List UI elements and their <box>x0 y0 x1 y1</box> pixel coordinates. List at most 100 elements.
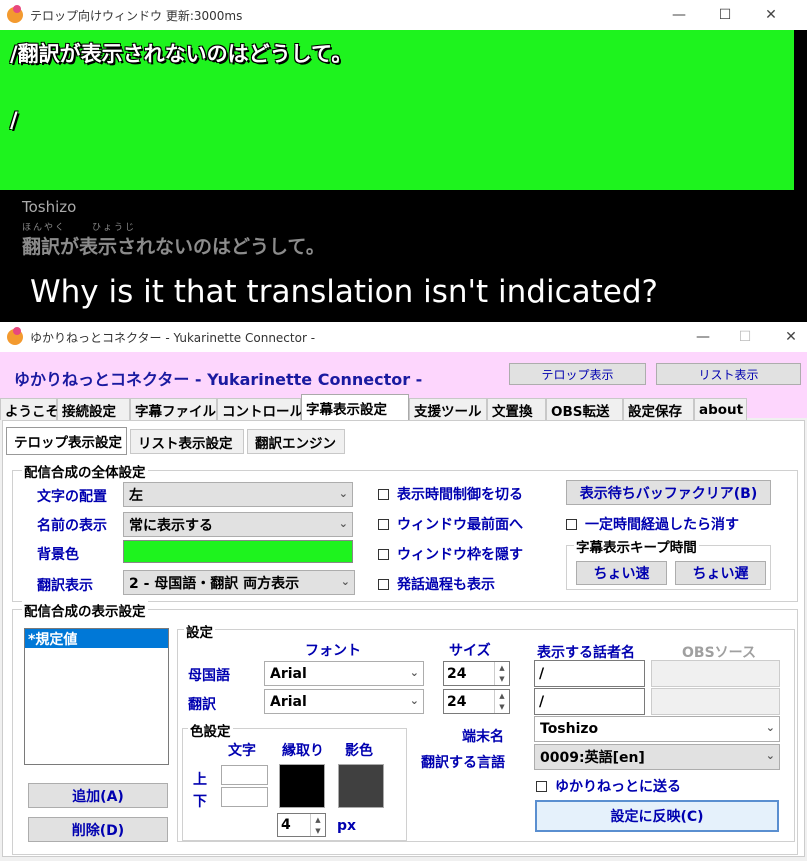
slower-button[interactable]: ちょい遅 <box>675 561 766 585</box>
delete-button[interactable]: 削除(D) <box>28 817 168 842</box>
minimize-icon[interactable]: — <box>656 0 702 30</box>
overall-group-title: 配信合成の全体設定 <box>22 461 148 481</box>
brand-title: ゆかりねっとコネクター - Yukarinette Connector - <box>14 370 423 389</box>
updown-icon[interactable]: ▲ ▼ <box>310 814 325 836</box>
subtab-list[interactable]: リスト表示設定 <box>130 429 244 454</box>
size-header: サイズ <box>449 643 491 659</box>
native-size-stepper[interactable]: 24 ▲ ▼ <box>443 661 510 686</box>
col-edge-header: 縁取り <box>282 743 324 759</box>
check-label: 一定時間経過したら消す <box>585 517 739 533</box>
tab-obs[interactable]: OBS転送 <box>546 398 623 420</box>
tab-welcome[interactable]: ようこそ <box>0 398 59 420</box>
terminal-select[interactable]: Toshizo ⌄ <box>534 716 780 742</box>
native-font-select[interactable]: Arial ⌄ <box>264 661 424 686</box>
faster-button[interactable]: ちょい速 <box>576 561 667 585</box>
native-size-value: 24 <box>447 665 467 682</box>
tab-replace[interactable]: 文置換 <box>487 398 546 420</box>
chevron-down-icon: ⌄ <box>340 575 350 588</box>
chevron-down-icon: ⌄ <box>765 749 775 762</box>
align-label: 文字の配置 <box>37 489 107 505</box>
chevron-down-icon: ⌄ <box>409 694 419 707</box>
name-display-select[interactable]: 常に表示する ⌄ <box>123 512 353 537</box>
check-label: 表示時間制御を切る <box>397 487 523 503</box>
tab-subtitle-file[interactable]: 字幕ファイル <box>130 398 217 420</box>
check-label: ウィンドウ最前面へ <box>397 517 523 533</box>
native-label: 母国語 <box>188 668 230 684</box>
check-auto-hide[interactable]: 一定時間経過したら消す <box>566 514 739 534</box>
shadow-color-swatch[interactable] <box>338 764 384 808</box>
speaker-name: Toshizo <box>22 198 77 216</box>
subtitle-preview: Toshizo ほんやく ひょうじ 翻訳が表示されないのはどうして。 Why i… <box>0 190 794 322</box>
col-shadow-header: 影色 <box>345 743 373 759</box>
connector-titlebar: ゆかりねっとコネクター - Yukarinette Connector - — … <box>0 322 807 353</box>
language-select[interactable]: 0009:英語[en] ⌄ <box>534 744 780 770</box>
checkbox[interactable] <box>378 518 389 530</box>
list-item[interactable]: *規定値 <box>25 629 168 648</box>
check-label: 発話過程も表示 <box>397 577 495 593</box>
subtab-telop[interactable]: テロップ表示設定 <box>6 427 127 455</box>
subtitle-translation: Why is it that translation isn't indicat… <box>30 274 658 310</box>
trans-obs-source <box>651 688 780 715</box>
trans-font-select[interactable]: Arial ⌄ <box>264 689 424 714</box>
tab-connection[interactable]: 接続設定 <box>57 398 130 420</box>
telop-titlebar: テロップ向けウィンドウ 更新:3000ms — ☐ ✕ <box>0 0 807 30</box>
tab-support-tools[interactable]: 支援ツール <box>409 398 487 420</box>
display-group-title: 配信合成の表示設定 <box>22 600 148 620</box>
tab-control[interactable]: コントロール <box>217 398 303 420</box>
native-speaker-input[interactable]: / <box>534 660 645 687</box>
edge-color-swatch[interactable] <box>279 764 325 808</box>
text-color-bottom[interactable] <box>221 787 268 807</box>
checkbox[interactable] <box>536 780 547 792</box>
preset-list[interactable]: *規定値 <box>24 628 169 765</box>
minimize-icon[interactable]: — <box>680 322 726 352</box>
translation-display-select[interactable]: 2 - 母国語・翻訳 両方表示 ⌄ <box>123 570 355 595</box>
maximize-icon[interactable]: ☐ <box>702 0 748 30</box>
px-label: px <box>337 818 357 834</box>
keep-time-title: 字幕表示キープ時間 <box>574 536 699 556</box>
telop-window: テロップ向けウィンドウ 更新:3000ms — ☐ ✕ /翻訳が表示されないのは… <box>0 0 807 322</box>
buffer-clear-button[interactable]: 表示待ちバッファクリア(B) <box>566 480 771 505</box>
maximize-icon[interactable]: ☐ <box>722 322 768 352</box>
check-show-progress[interactable]: 発話過程も表示 <box>378 574 495 594</box>
updown-icon[interactable]: ▲ ▼ <box>494 662 509 685</box>
align-select[interactable]: 左 ⌄ <box>123 482 353 507</box>
subtitle-text: 翻訳が表示されないのはどうして。 <box>22 236 325 258</box>
check-label: ゆかりねっとに送る <box>555 779 681 795</box>
tab-about[interactable]: about <box>694 398 747 420</box>
settings-title: 設定 <box>184 621 215 641</box>
check-always-on-top[interactable]: ウィンドウ最前面へ <box>378 514 523 534</box>
chevron-down-icon: ⌄ <box>338 517 348 530</box>
edge-width-stepper[interactable]: 4 ▲ ▼ <box>277 813 326 837</box>
checkbox[interactable] <box>378 578 389 590</box>
text-color-top[interactable] <box>221 765 268 785</box>
checkbox[interactable] <box>378 548 389 560</box>
updown-icon[interactable]: ▲ ▼ <box>494 690 509 713</box>
subtab-engine[interactable]: 翻訳エンジン <box>247 429 345 454</box>
native-obs-source <box>651 660 780 687</box>
check-disable-time-control[interactable]: 表示時間制御を切る <box>378 484 523 504</box>
list-show-button[interactable]: リスト表示 <box>656 363 801 385</box>
apply-button[interactable]: 設定に反映(C) <box>535 800 779 832</box>
checkbox[interactable] <box>566 518 577 530</box>
translation-display-label: 翻訳表示 <box>37 578 93 594</box>
checkbox[interactable] <box>378 488 389 500</box>
trans-size-stepper[interactable]: 24 ▲ ▼ <box>443 689 510 714</box>
telop-line-2: / <box>10 108 18 132</box>
chevron-down-icon: ⌄ <box>765 721 775 734</box>
tab-save[interactable]: 設定保存 <box>623 398 694 420</box>
close-icon[interactable]: ✕ <box>768 322 807 352</box>
tab-subtitle-display[interactable]: 字幕表示設定 <box>301 394 409 420</box>
telop-show-button[interactable]: テロップ表示 <box>509 363 646 385</box>
close-icon[interactable]: ✕ <box>748 0 794 30</box>
telop-window-title: テロップ向けウィンドウ 更新:3000ms <box>30 8 243 23</box>
speaker-header: 表示する話者名 <box>537 645 635 661</box>
check-hide-frame[interactable]: ウィンドウ枠を隠す <box>378 544 523 564</box>
telop-green-area: /翻訳が表示されないのはどうして。 / <box>0 30 794 190</box>
check-send-yukarinette[interactable]: ゆかりねっとに送る <box>536 776 681 796</box>
font-header: フォント <box>305 643 361 659</box>
bg-color-swatch[interactable] <box>123 540 353 563</box>
col-text-header: 文字 <box>228 743 256 759</box>
trans-speaker-input[interactable]: / <box>534 688 645 715</box>
native-font-value: Arial <box>270 665 307 682</box>
add-button[interactable]: 追加(A) <box>28 783 168 808</box>
